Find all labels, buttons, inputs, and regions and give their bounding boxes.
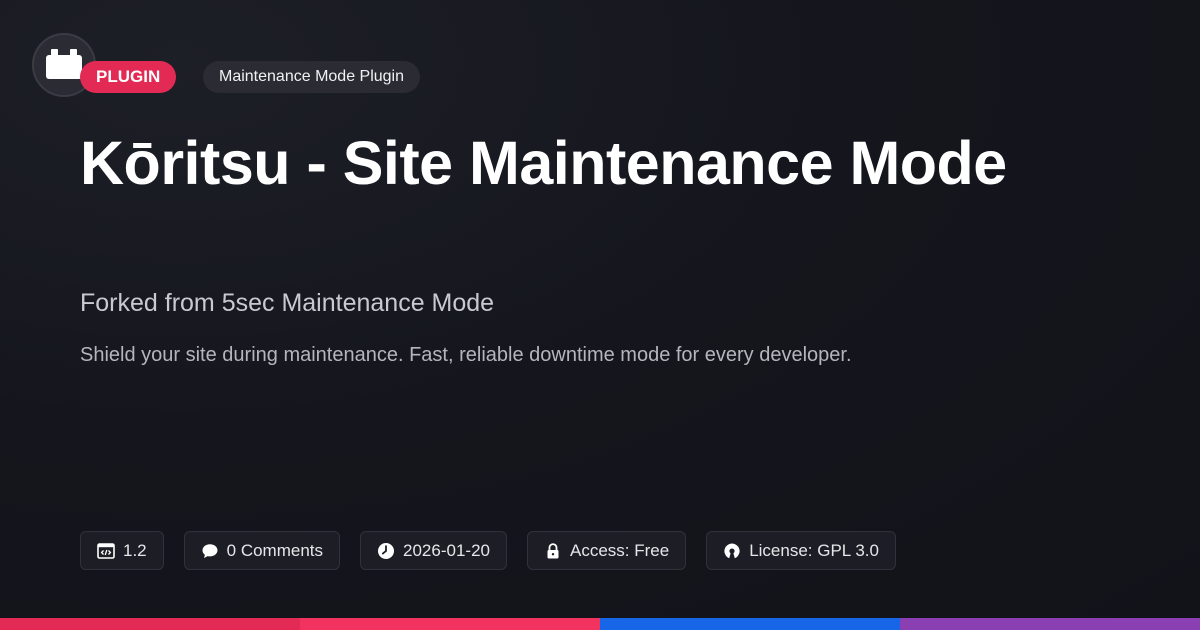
comments-label: 0 Comments (226, 540, 324, 560)
license-label: License: GPL 3.0 (749, 540, 879, 560)
access-badge: Access: Free (526, 531, 687, 570)
open-source-icon (724, 543, 740, 558)
accent-stripes (0, 618, 1200, 630)
page-subtitle: Forked from 5sec Maintenance Mode (80, 289, 495, 317)
lock-icon (547, 542, 559, 558)
date-badge: 2026-01-20 (360, 531, 507, 570)
page-title: Kōritsu - Site Maintenance Mode (80, 129, 1007, 197)
accent-stripe (300, 618, 600, 630)
version-label: 1.2 (123, 540, 147, 560)
license-badge: License: GPL 3.0 (706, 531, 896, 570)
accent-stripe (600, 618, 900, 630)
plugin-type-badge[interactable]: PLUGIN (80, 61, 177, 93)
version-badge: 1.2 (80, 531, 164, 570)
meta-row: 1.2 0 Comments 2026-01-20 Access: Free L… (80, 531, 896, 570)
comments-badge[interactable]: 0 Comments (183, 531, 341, 570)
accent-stripe (900, 618, 1200, 630)
access-label: Access: Free (569, 540, 670, 560)
code-window-icon (97, 542, 115, 559)
clock-icon (378, 542, 395, 559)
comment-icon (202, 543, 218, 558)
page-description: Shield your site during maintenance. Fas… (80, 344, 852, 366)
logo-mark-icon (46, 49, 82, 79)
accent-stripe (0, 618, 300, 630)
category-badge[interactable]: Maintenance Mode Plugin (203, 61, 421, 93)
date-label: 2026-01-20 (403, 540, 490, 560)
